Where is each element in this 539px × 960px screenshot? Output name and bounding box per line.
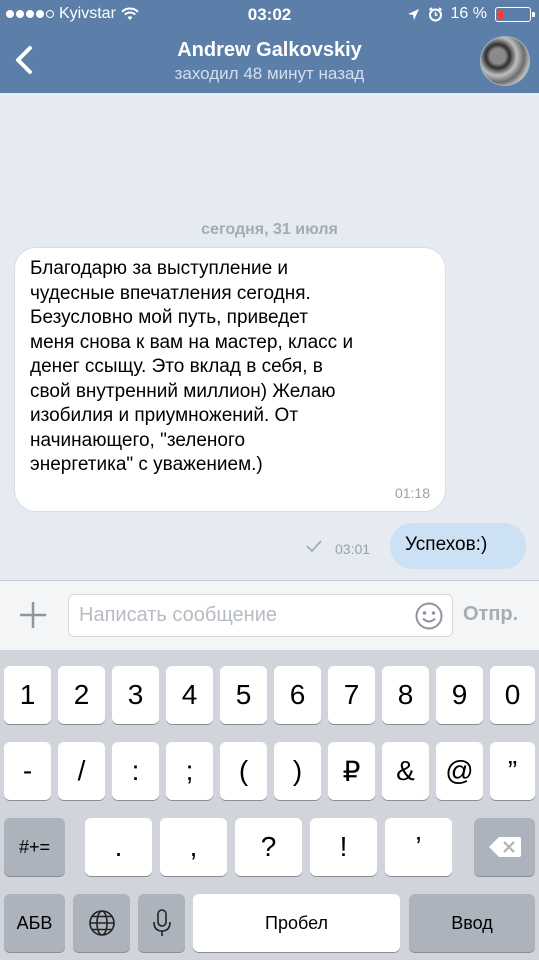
key-ampersand[interactable]: & xyxy=(382,742,429,800)
message-text: Успехов:) xyxy=(405,534,488,555)
delete-key[interactable] xyxy=(474,818,535,876)
key-period[interactable]: . xyxy=(85,818,152,876)
message-field[interactable] xyxy=(68,594,453,637)
chat-title[interactable]: Andrew Galkovskiy xyxy=(0,39,539,62)
alarm-icon xyxy=(428,6,442,21)
key-colon[interactable]: : xyxy=(112,742,159,800)
key-comma[interactable]: , xyxy=(160,818,227,876)
key-4[interactable]: 4 xyxy=(166,666,213,724)
microphone-icon xyxy=(152,909,171,936)
date-divider: сегодня, 31 июля xyxy=(201,221,338,238)
battery-icon xyxy=(495,6,535,22)
key-0[interactable]: 0 xyxy=(490,666,535,724)
return-key[interactable]: Ввод xyxy=(409,894,535,952)
message-time: 03:01 xyxy=(335,541,371,557)
dictation-key[interactable] xyxy=(138,894,185,952)
key-more-symbols[interactable]: #+= xyxy=(4,818,65,876)
key-1[interactable]: 1 xyxy=(4,666,51,724)
key-ruble[interactable]: ₽ xyxy=(328,742,375,800)
outgoing-message-row: 03:01 Успехов:) xyxy=(0,518,539,578)
send-button[interactable]: Отпр. xyxy=(463,603,518,626)
key-7[interactable]: 7 xyxy=(328,666,375,724)
key-semicolon[interactable]: ; xyxy=(166,742,213,800)
backspace-icon xyxy=(488,837,521,857)
incoming-message[interactable]: Благодарю за выступление и чудесные впеч… xyxy=(14,247,446,512)
status-bar: Kyivstar 03:02 16 % xyxy=(0,0,539,30)
key-question[interactable]: ? xyxy=(235,818,302,876)
nav-bar: Andrew Galkovskiy заходил 48 минут назад xyxy=(0,30,539,93)
key-quote[interactable]: ” xyxy=(490,742,535,800)
checkmark-icon xyxy=(306,540,322,553)
smiley-icon[interactable] xyxy=(414,601,444,631)
key-language[interactable]: АБВ xyxy=(4,894,65,952)
battery-percent: 16 % xyxy=(450,5,487,22)
space-key[interactable]: Пробел xyxy=(193,894,400,952)
key-exclamation[interactable]: ! xyxy=(310,818,377,876)
key-at[interactable]: @ xyxy=(436,742,483,800)
avatar[interactable] xyxy=(480,36,530,86)
key-apostrophe[interactable]: ’ xyxy=(385,818,452,876)
key-slash[interactable]: / xyxy=(58,742,105,800)
key-2[interactable]: 2 xyxy=(58,666,105,724)
plus-icon[interactable] xyxy=(17,599,49,631)
message-text: Благодарю за выступление и чудесные впеч… xyxy=(30,258,354,475)
key-5[interactable]: 5 xyxy=(220,666,267,724)
key-close-paren[interactable]: ) xyxy=(274,742,321,800)
key-open-paren[interactable]: ( xyxy=(220,742,267,800)
battery-level xyxy=(498,9,503,19)
globe-key[interactable] xyxy=(73,894,130,952)
key-3[interactable]: 3 xyxy=(112,666,159,724)
message-time: 01:18 xyxy=(394,485,430,501)
keyboard: 1 2 3 4 5 6 7 8 9 0 - / : ; ( ) ₽ & @ ” … xyxy=(0,650,539,960)
message-input[interactable] xyxy=(79,595,409,636)
key-6[interactable]: 6 xyxy=(274,666,321,724)
last-seen-status: заходил 48 минут назад xyxy=(174,64,365,83)
outgoing-message[interactable]: Успехов:) xyxy=(390,523,526,569)
key-8[interactable]: 8 xyxy=(382,666,429,724)
key-9[interactable]: 9 xyxy=(436,666,483,724)
globe-icon xyxy=(88,910,115,936)
location-icon xyxy=(407,8,419,20)
key-hyphen[interactable]: - xyxy=(4,742,51,800)
header: Kyivstar 03:02 16 % Andrew Galkovskiy за… xyxy=(0,0,539,93)
message-composer: Отпр. xyxy=(0,580,539,650)
chat-area[interactable]: сегодня, 31 июля Благодарю за выступлени… xyxy=(0,93,539,580)
